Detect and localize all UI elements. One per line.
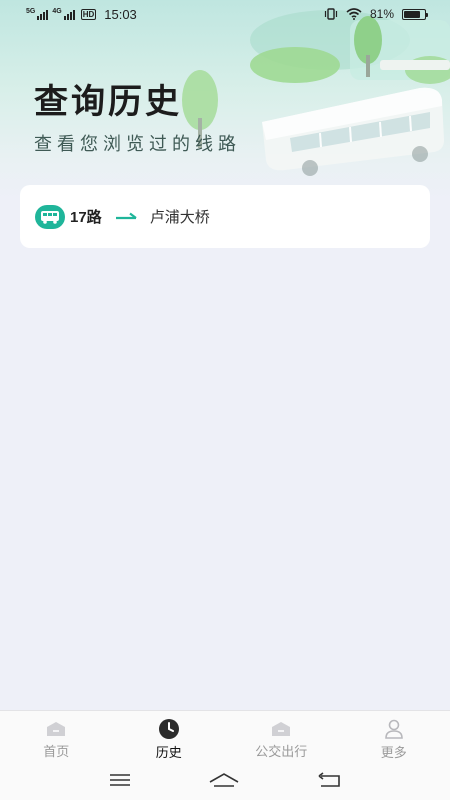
tab-label: 更多 (380, 745, 407, 760)
bus-icon (35, 204, 65, 229)
wifi-icon (346, 8, 362, 20)
vibrate-icon (324, 8, 338, 20)
battery-percent: 81% (369, 7, 394, 21)
history-item[interactable]: 17路 卢浦大桥 (20, 185, 430, 248)
tab-history[interactable]: 历史 (113, 711, 226, 760)
tab-label: 公交出行 (255, 744, 308, 759)
battery-icon (402, 8, 428, 20)
status-bar: 5G 4G HD 15:03 81% (0, 0, 450, 28)
signal-4g-icon: 4G (52, 8, 75, 20)
system-nav-bar (0, 760, 450, 800)
page-title: 查询历史 (34, 83, 182, 121)
clock-icon (157, 719, 181, 739)
tab-home[interactable]: 首页 (0, 711, 113, 760)
tab-bus-travel[interactable]: 公交出行 (225, 711, 338, 760)
page-subtitle: 查看您浏览过的线路 (34, 134, 241, 154)
tab-more[interactable]: 更多 (338, 711, 450, 760)
signal-5g-icon: 5G (26, 8, 49, 20)
tab-label: 首页 (43, 744, 70, 759)
hd-badge: HD (80, 8, 97, 20)
back-icon[interactable] (317, 772, 341, 788)
tab-label: 历史 (155, 745, 182, 760)
home-icon (44, 719, 68, 738)
route-destination: 卢浦大桥 (149, 209, 210, 226)
arrow-right-icon (115, 212, 137, 219)
menu-icon[interactable] (109, 773, 131, 787)
user-icon (382, 719, 406, 739)
route-number: 17路 (70, 209, 102, 226)
bus-travel-icon (269, 719, 293, 738)
home-nav-icon[interactable] (209, 772, 239, 788)
bottom-tab-bar: 首页 历史 公交出行 更多 (0, 710, 450, 760)
status-time: 15:03 (104, 6, 137, 22)
